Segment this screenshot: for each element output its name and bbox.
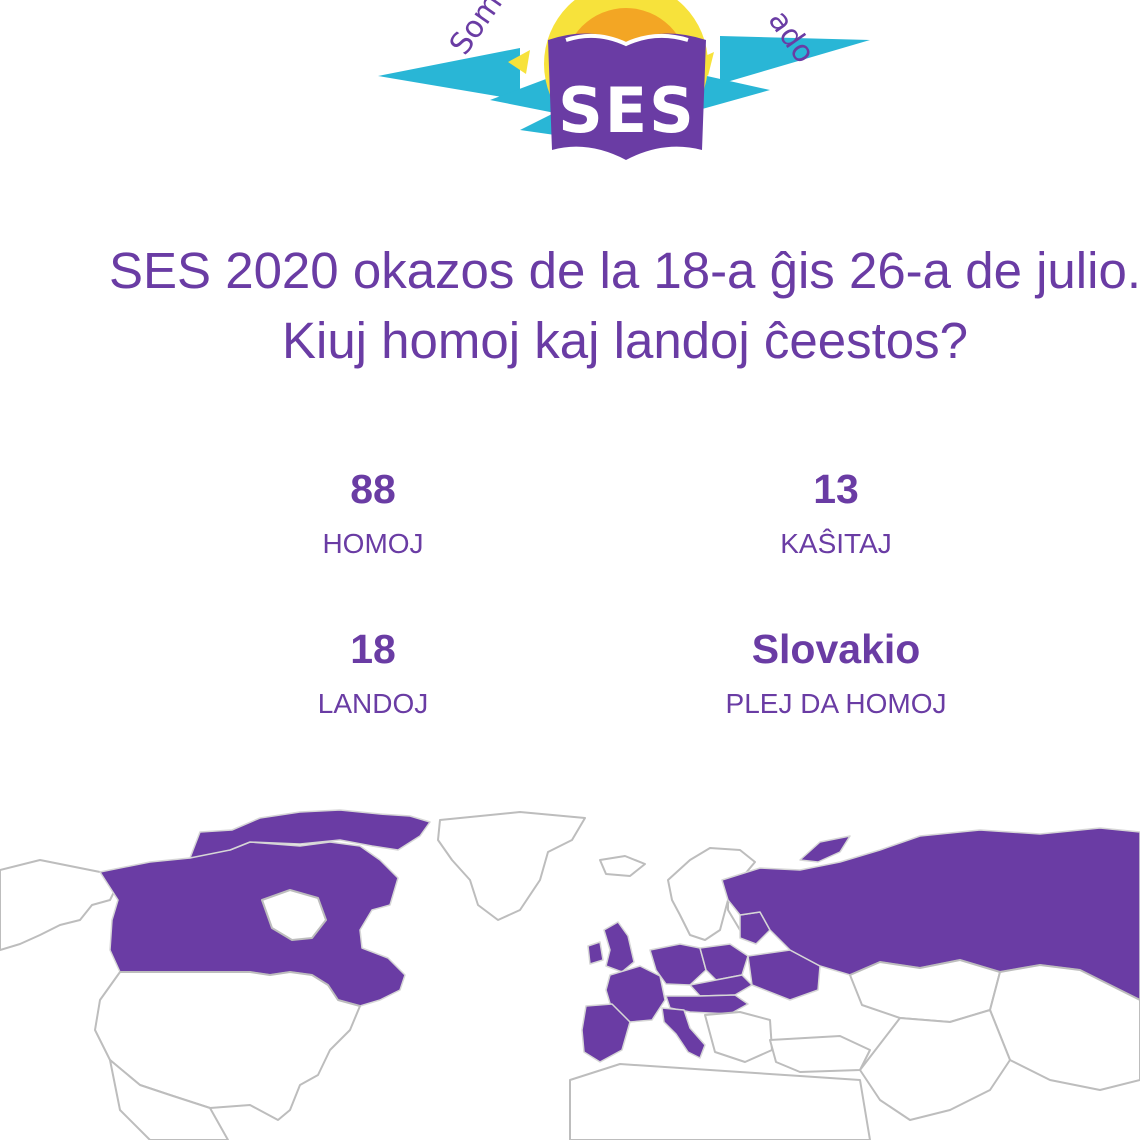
stat-label: PLEJ DA HOMOJ [725, 688, 947, 719]
ses-logo: SES Som ado [378, 0, 870, 160]
stat-value: 88 [350, 466, 396, 512]
stat-top-country: Slovakio PLEJ DA HOMOJ [686, 626, 986, 722]
stat-value: 13 [813, 466, 859, 512]
stat-value: Slovakio [751, 626, 921, 672]
map-country-russia-islands [799, 835, 851, 863]
stat-label: HOMOJ [322, 528, 424, 559]
stat-label: KAŜITAJ [780, 528, 892, 559]
stat-value: 18 [350, 626, 396, 672]
headline-line-1: SES 2020 okazos de la 18-a ĝis 26-a de j… [108, 242, 1140, 299]
map-country-iceland [599, 855, 646, 877]
map-country-north-africa [569, 1063, 871, 1140]
map-country-greenland [437, 811, 586, 921]
stat-hidden: 13 KAŜITAJ [686, 466, 986, 562]
map-country-middle-east [859, 1009, 1011, 1121]
map-country-ireland [587, 941, 604, 965]
world-map [0, 809, 1140, 1140]
headline-line-2: Kiuj homoj kaj landoj ĉeestos? [281, 312, 969, 369]
headline: SES 2020 okazos de la 18-a ĝis 26-a de j… [0, 236, 1140, 376]
map-country-uk [603, 921, 635, 973]
stat-countries: 18 LANDOJ [223, 626, 523, 722]
map-country-italy [661, 1007, 706, 1059]
logo-ray-left [378, 48, 520, 100]
stat-label: LANDOJ [317, 688, 429, 719]
map-country-turkey [769, 1035, 871, 1073]
map-country-balkans [704, 1011, 773, 1063]
logo-abbreviation: SES [558, 74, 696, 147]
map-country-kazakhstan [849, 959, 1001, 1023]
stat-people: 88 HOMOJ [223, 466, 523, 562]
